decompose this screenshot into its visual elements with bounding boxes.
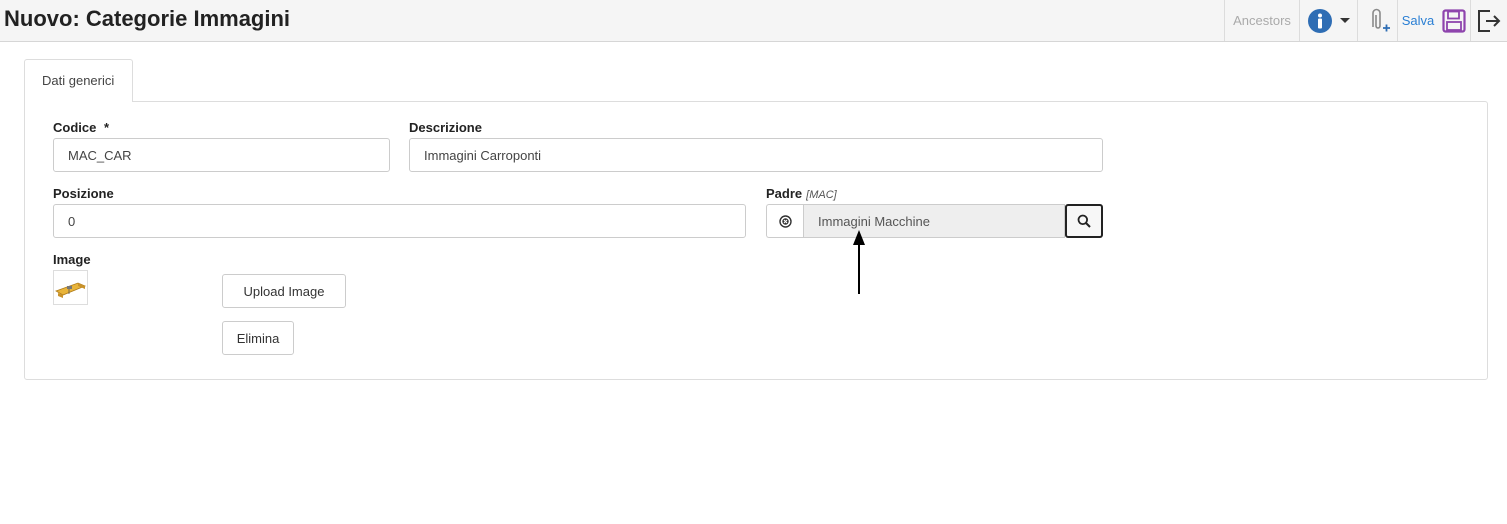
- toolbar: Ancestors Salva: [1224, 0, 1507, 41]
- posizione-label: Posizione: [53, 186, 114, 201]
- image-thumbnail: [53, 270, 88, 305]
- codice-label-text: Codice: [53, 120, 97, 135]
- header-bar: Nuovo: Categorie Immagini Ancestors Salv…: [0, 0, 1507, 42]
- descrizione-value: Immagini Carroponti: [424, 148, 542, 163]
- tab-label: Dati generici: [42, 73, 115, 88]
- upload-image-label: Upload Image: [243, 283, 325, 299]
- info-dropdown-button[interactable]: [1299, 0, 1357, 41]
- paperclip-plus-icon: [1371, 8, 1390, 31]
- descrizione-label: Descrizione: [409, 120, 482, 135]
- posizione-field[interactable]: 0: [53, 204, 746, 238]
- exit-button[interactable]: [1470, 0, 1507, 41]
- padre-label-text: Padre: [766, 186, 803, 201]
- search-icon: [1077, 214, 1091, 228]
- annotation-arrow: [853, 230, 865, 294]
- descrizione-field[interactable]: Immagini Carroponti: [409, 138, 1103, 172]
- padre-lookup: Immagini Macchine: [766, 204, 1103, 238]
- padre-label: Padre [MAC]: [766, 186, 837, 201]
- info-icon: [1307, 8, 1332, 33]
- delete-image-button[interactable]: Elimina: [222, 321, 294, 355]
- tab-dati-generici[interactable]: Dati generici: [24, 59, 133, 102]
- codice-field[interactable]: MAC_CAR: [53, 138, 390, 172]
- save-label: Salva: [1401, 13, 1435, 28]
- page-title: Nuovo: Categorie Immagini: [4, 6, 291, 31]
- delete-image-label: Elimina: [236, 330, 280, 346]
- chevron-down-icon: [1339, 17, 1350, 23]
- upload-image-button[interactable]: Upload Image: [222, 274, 346, 308]
- crane-thumbnail-image: [55, 282, 87, 298]
- ancestors-button[interactable]: Ancestors: [1224, 0, 1299, 41]
- add-attachment-button[interactable]: [1357, 0, 1397, 41]
- save-button[interactable]: Salva: [1397, 0, 1470, 41]
- required-mark: *: [103, 120, 110, 135]
- ancestors-label: Ancestors: [1233, 13, 1291, 28]
- padre-field[interactable]: Immagini Macchine: [803, 204, 1065, 238]
- logout-icon: [1478, 9, 1501, 32]
- clear-circle-icon: [778, 214, 792, 228]
- padre-clear-button[interactable]: [766, 204, 803, 238]
- padre-hint: [MAC]: [806, 189, 837, 201]
- padre-value: Immagini Macchine: [818, 214, 930, 229]
- floppy-disk-icon: [1442, 8, 1466, 33]
- posizione-value: 0: [68, 214, 76, 229]
- codice-label: Codice *: [53, 120, 109, 135]
- padre-search-button[interactable]: [1065, 204, 1103, 238]
- image-label: Image: [53, 252, 91, 267]
- codice-value: MAC_CAR: [68, 148, 132, 163]
